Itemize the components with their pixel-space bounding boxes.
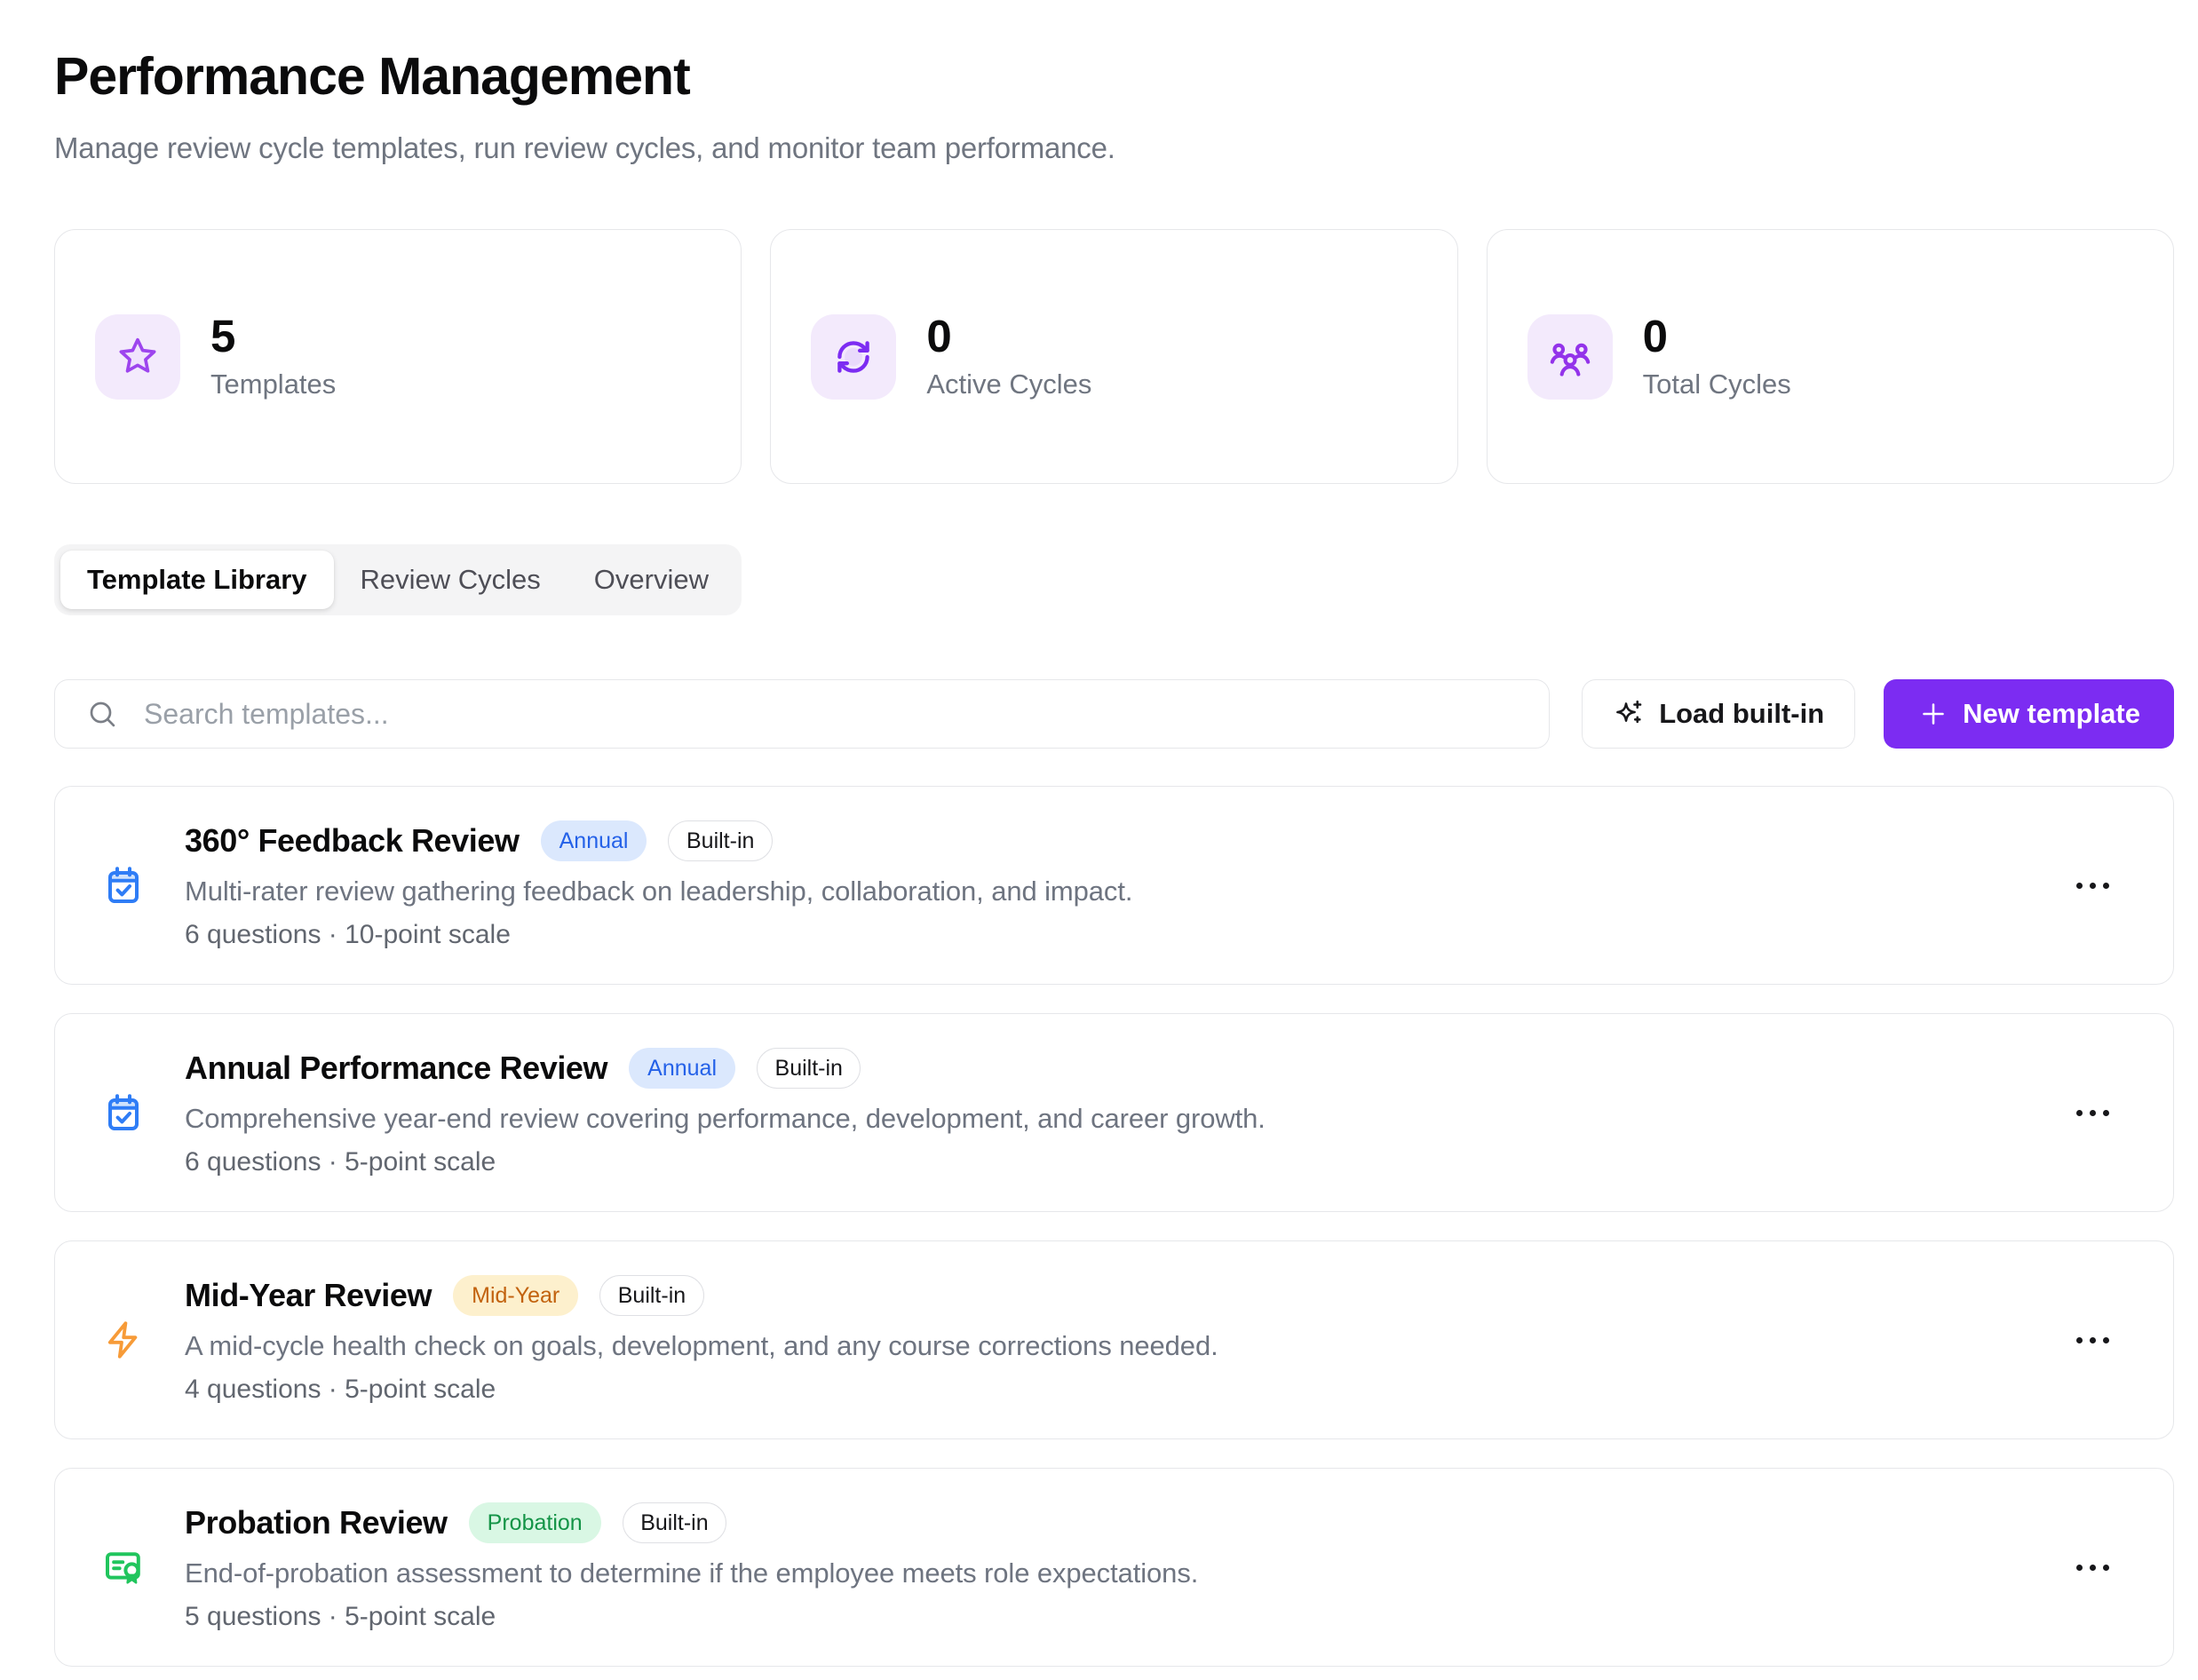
search-icon — [86, 698, 118, 730]
template-meta: 5 questions · 5-point scale — [185, 1602, 1198, 1632]
tab-bar: Template Library Review Cycles Overview — [54, 544, 742, 615]
row-menu-button[interactable] — [2064, 870, 2122, 901]
template-list: 360° Feedback Review Annual Built-in Mul… — [54, 786, 2174, 1667]
load-builtin-button[interactable]: Load built-in — [1582, 679, 1855, 749]
template-row-mid-year: Mid-Year Review Mid-Year Built-in A mid-… — [54, 1240, 2174, 1439]
new-template-label: New template — [1963, 698, 2140, 730]
page-subtitle: Manage review cycle templates, run revie… — [54, 131, 2174, 165]
template-title: Mid-Year Review — [185, 1277, 432, 1314]
template-title: 360° Feedback Review — [185, 822, 520, 860]
tab-template-library[interactable]: Template Library — [60, 551, 334, 609]
builtin-badge: Built-in — [668, 820, 772, 861]
stat-value: 5 — [210, 313, 336, 361]
ellipsis-icon — [2076, 1565, 2083, 1571]
performance-management-page: Performance Management Manage review cyc… — [0, 0, 2198, 1667]
row-menu-button[interactable] — [2064, 1552, 2122, 1583]
users-icon — [1527, 314, 1613, 400]
stat-label: Templates — [210, 368, 336, 400]
page-title: Performance Management — [54, 46, 2174, 107]
tab-overview[interactable]: Overview — [567, 551, 735, 609]
template-row-360-feedback: 360° Feedback Review Annual Built-in Mul… — [54, 786, 2174, 985]
stats-row: 5 Templates 0 Active Cycles — [54, 229, 2174, 484]
template-description: End-of-probation assessment to determine… — [185, 1557, 1198, 1589]
template-meta: 4 questions · 5-point scale — [185, 1375, 1218, 1405]
calendar-check-icon — [102, 1091, 145, 1134]
stat-card-templates: 5 Templates — [54, 229, 742, 484]
cycle-badge: Annual — [541, 820, 647, 862]
row-menu-button[interactable] — [2064, 1098, 2122, 1129]
cycle-badge: Probation — [469, 1502, 601, 1544]
builtin-badge: Built-in — [757, 1048, 861, 1089]
ellipsis-icon — [2076, 1337, 2083, 1343]
template-description: Multi-rater review gathering feedback on… — [185, 876, 1132, 907]
template-description: Comprehensive year-end review covering p… — [185, 1103, 1266, 1135]
template-meta: 6 questions · 10-point scale — [185, 920, 1132, 950]
template-toolbar: Load built-in New template — [54, 679, 2174, 749]
sparkles-icon — [1613, 698, 1645, 730]
stat-label: Active Cycles — [926, 368, 1091, 400]
builtin-badge: Built-in — [623, 1502, 726, 1543]
cycle-badge: Annual — [629, 1048, 735, 1090]
row-menu-button[interactable] — [2064, 1325, 2122, 1356]
ellipsis-icon — [2076, 883, 2083, 889]
new-template-button[interactable]: New template — [1884, 679, 2174, 749]
star-icon — [95, 314, 180, 400]
ellipsis-icon — [2076, 1110, 2083, 1116]
plus-icon — [1917, 698, 1949, 730]
search-wrap — [54, 679, 1550, 749]
calendar-check-icon — [102, 864, 145, 907]
refresh-icon — [811, 314, 896, 400]
stat-card-total-cycles: 0 Total Cycles — [1487, 229, 2174, 484]
template-row-annual-performance: Annual Performance Review Annual Built-i… — [54, 1013, 2174, 1212]
template-meta: 6 questions · 5-point scale — [185, 1147, 1266, 1177]
stat-card-active-cycles: 0 Active Cycles — [770, 229, 1457, 484]
cycle-badge: Mid-Year — [453, 1275, 578, 1317]
tab-review-cycles[interactable]: Review Cycles — [334, 551, 567, 609]
lightning-icon — [102, 1319, 145, 1361]
search-input[interactable] — [54, 679, 1550, 749]
template-title: Probation Review — [185, 1504, 448, 1541]
builtin-badge: Built-in — [599, 1275, 703, 1316]
stat-value: 0 — [1643, 313, 1791, 361]
certificate-icon — [102, 1546, 145, 1589]
stat-label: Total Cycles — [1643, 368, 1791, 400]
load-builtin-label: Load built-in — [1659, 698, 1824, 730]
template-row-probation: Probation Review Probation Built-in End-… — [54, 1468, 2174, 1667]
template-title: Annual Performance Review — [185, 1050, 607, 1087]
template-description: A mid-cycle health check on goals, devel… — [185, 1330, 1218, 1362]
stat-value: 0 — [926, 313, 1091, 361]
